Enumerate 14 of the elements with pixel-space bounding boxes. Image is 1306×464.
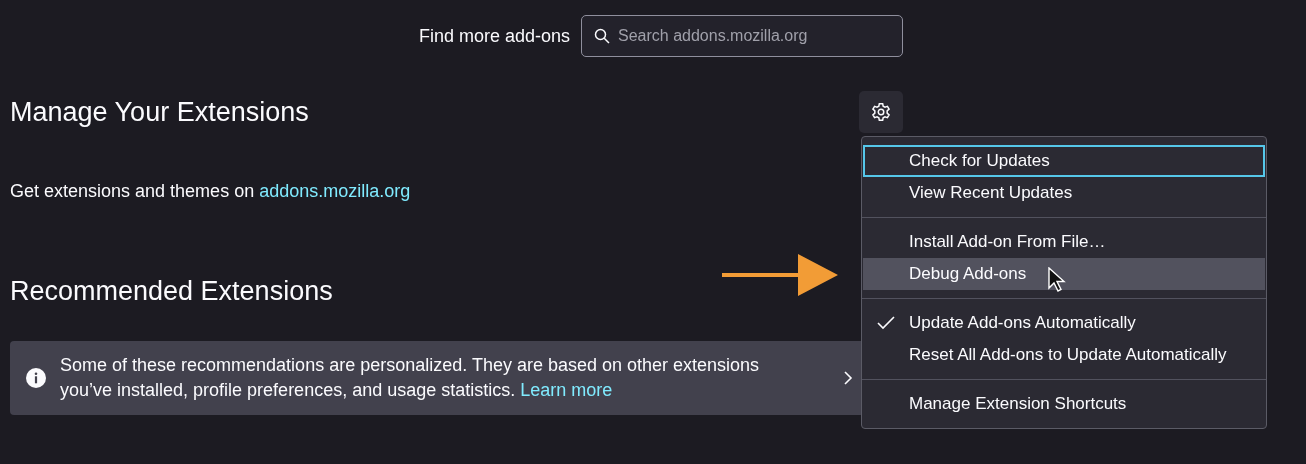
- menu-item[interactable]: Manage Extension Shortcuts: [863, 388, 1265, 420]
- section-heading: Recommended Extensions: [10, 275, 333, 308]
- search-field[interactable]: Search addons.mozilla.org: [581, 15, 903, 57]
- menu-item[interactable]: View Recent Updates: [863, 177, 1265, 209]
- menu-item[interactable]: Debug Add-ons: [863, 258, 1265, 290]
- menu-item[interactable]: Reset All Add-ons to Update Automatically: [863, 339, 1265, 371]
- banner-text: Some of these recommendations are personalized. They are based on other extensions you’ve installed, profile preferences, and usage statistics. Learn more: [60, 354, 761, 403]
- menu-item[interactable]: Install Add-on From File…: [863, 226, 1265, 258]
- learn-more-link[interactable]: Learn more: [520, 380, 613, 401]
- menu-item[interactable]: Check for Updates: [863, 145, 1265, 177]
- find-more-label: Find more add-ons: [418, 24, 570, 48]
- addons-link[interactable]: addons.mozilla.org: [259, 181, 411, 201]
- menu-item[interactable]: Update Add-ons Automatically: [863, 307, 1265, 339]
- section-heading: Manage Your Extensions: [10, 95, 309, 129]
